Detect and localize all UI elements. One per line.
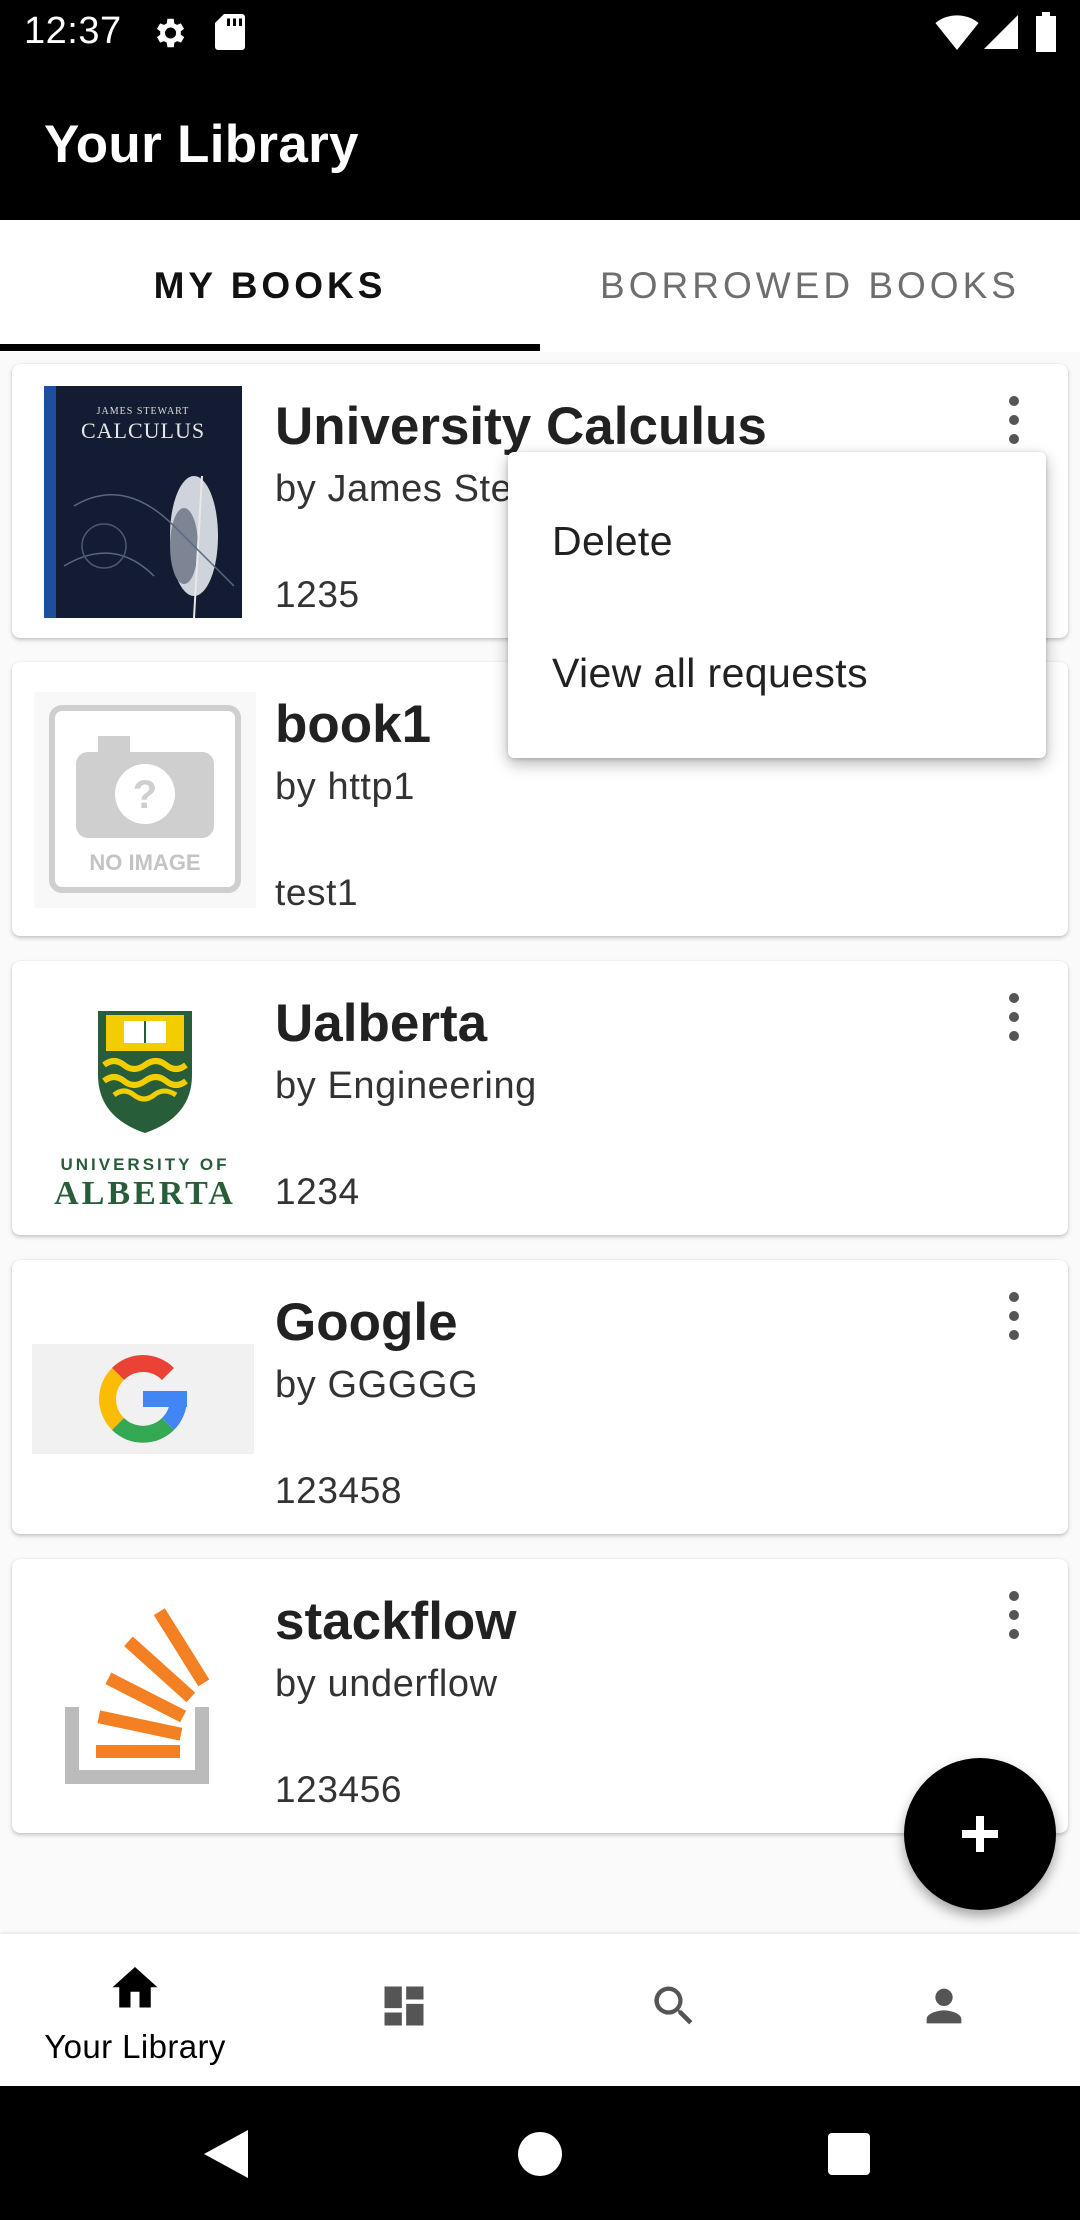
app-bar: Your Library <box>0 66 1080 220</box>
more-options-icon[interactable] <box>996 392 1032 448</box>
battery-icon <box>1034 12 1058 57</box>
book-isbn: 123456 <box>275 1769 403 1810</box>
signal-icon <box>984 14 1018 55</box>
status-time: 12:37 <box>24 10 122 52</box>
search-icon <box>654 1986 693 2025</box>
page-title: Your Library <box>44 115 359 174</box>
dashboard-icon <box>384 1986 424 2026</box>
system-navigation-bar <box>0 2086 1080 2220</box>
book-isbn: 1234 <box>275 1171 360 1212</box>
tab-bar: MY BOOKS BORROWED BOOKS <box>0 220 1080 352</box>
add-book-button[interactable] <box>904 1758 1056 1910</box>
no-image-placeholder: ? NO IMAGE <box>34 692 256 908</box>
book-title: book1 <box>275 695 432 754</box>
menu-item-view-requests[interactable]: View all requests <box>552 650 868 697</box>
book-card[interactable]: Google by GGGGG 123458 <box>12 1260 1068 1534</box>
book-card[interactable]: stackflow by underflow 123456 <box>12 1559 1068 1833</box>
tab-indicator <box>0 344 540 351</box>
book-cover-calculus: JAMES STEWART CALCULUS <box>44 386 242 618</box>
svg-text:?: ? <box>133 773 157 817</box>
book-title: Ualberta <box>275 994 488 1053</box>
home-icon <box>112 1967 158 2008</box>
sd-card-icon <box>214 14 246 55</box>
book-title: Google <box>275 1293 458 1352</box>
nav-label: Your Library <box>44 2028 226 2065</box>
book-card[interactable]: UNIVERSITY OF ALBERTA Ualberta by Engine… <box>12 961 1068 1235</box>
menu-item-delete[interactable]: Delete <box>552 518 673 565</box>
tab-borrowed-books[interactable]: BORROWED BOOKS <box>540 220 1080 352</box>
ualberta-logo: UNIVERSITY OF ALBERTA <box>34 991 256 1213</box>
person-icon <box>926 1988 962 2024</box>
status-bar: 12:37 <box>0 0 1080 66</box>
more-options-icon[interactable] <box>996 1587 1032 1643</box>
more-options-icon[interactable] <box>996 1288 1032 1344</box>
more-options-icon[interactable] <box>996 989 1032 1045</box>
logo-text-line1: UNIVERSITY OF <box>60 1155 230 1174</box>
book-isbn: 123458 <box>275 1470 403 1511</box>
cover-author: JAMES STEWART <box>96 406 190 417</box>
book-isbn: test1 <box>275 872 359 913</box>
book-author: by http1 <box>275 766 416 808</box>
tab-my-books[interactable]: MY BOOKS <box>0 220 540 352</box>
logo-text-line2: ALBERTA <box>54 1175 236 1212</box>
book-author: by underflow <box>275 1663 498 1705</box>
settings-icon <box>150 14 188 57</box>
book-author: by Engineering <box>275 1065 537 1107</box>
popup-menu: Delete View all requests <box>508 452 1046 758</box>
back-icon[interactable] <box>204 2130 248 2178</box>
recents-icon[interactable] <box>828 2133 870 2175</box>
nav-your-library[interactable]: Your Library <box>0 1934 270 2086</box>
google-logo <box>32 1344 254 1454</box>
cover-title: CALCULUS <box>80 418 206 443</box>
book-author: by GGGGG <box>275 1364 479 1406</box>
home-circle-icon[interactable] <box>518 2132 562 2176</box>
book-title: stackflow <box>275 1592 517 1651</box>
plus-icon <box>962 1816 998 1852</box>
wifi-icon <box>935 14 979 55</box>
book-title: University Calculus <box>275 397 767 456</box>
nav-profile[interactable] <box>810 1934 1080 2086</box>
stackoverflow-logo <box>52 1607 232 1787</box>
no-image-label: NO IMAGE <box>89 850 201 875</box>
nav-search[interactable] <box>540 1934 810 2086</box>
nav-dashboard[interactable] <box>270 1934 540 2086</box>
bottom-navigation: Your Library <box>0 1934 1080 2086</box>
book-isbn: 1235 <box>275 574 360 615</box>
